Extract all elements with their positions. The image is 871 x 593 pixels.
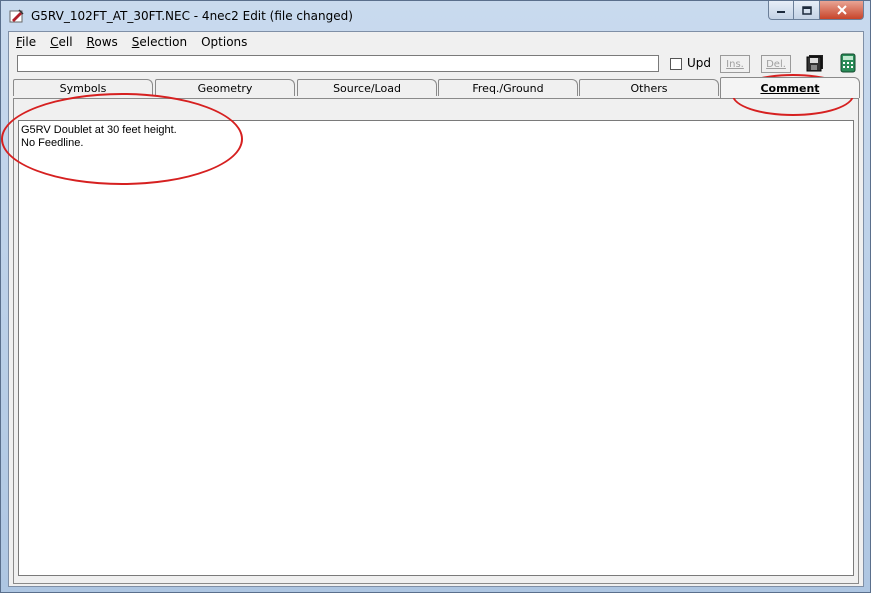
menu-options[interactable]: Options [194,35,254,49]
insert-button[interactable]: Ins. [720,55,750,73]
title-bar[interactable]: G5RV_102FT_AT_30FT.NEC - 4nec2 Edit (fil… [1,1,870,31]
toolbar: Upd Ins. Del. [9,52,863,78]
menu-rows[interactable]: Rows [80,35,125,49]
upd-checkbox[interactable] [670,58,682,70]
calculate-button[interactable] [837,52,859,74]
tab-strip: Symbols Geometry Source/Load Freq./Groun… [13,77,863,99]
save-disk-icon [806,55,823,72]
menu-bar: File Cell Rows Selection Options [9,32,863,52]
comment-line: G5RV Doublet at 30 feet height. [21,124,177,136]
app-window: G5RV_102FT_AT_30FT.NEC - 4nec2 Edit (fil… [0,0,871,593]
menu-selection[interactable]: Selection [125,35,194,49]
delete-button[interactable]: Del. [761,55,791,73]
comment-line: No Feedline. [21,137,84,149]
comment-panel: G5RV Doublet at 30 feet height. No Feedl… [13,98,859,584]
menu-file[interactable]: File [9,35,43,49]
tab-freq-ground[interactable]: Freq./Ground [438,79,578,96]
minimize-icon [777,11,785,13]
close-icon [836,5,847,15]
maximize-icon [801,5,812,15]
tab-source-load[interactable]: Source/Load [297,79,437,96]
window-title: G5RV_102FT_AT_30FT.NEC - 4nec2 Edit (fil… [31,9,353,23]
cell-edit-input[interactable] [17,55,659,72]
minimize-button[interactable] [768,1,794,20]
calculator-icon [840,53,856,73]
close-button[interactable] [820,1,864,20]
maximize-button[interactable] [794,1,820,20]
tab-symbols[interactable]: Symbols [13,79,153,96]
menu-cell[interactable]: Cell [43,35,79,49]
upd-label: Upd [687,56,712,70]
client-area: File Cell Rows Selection Options Upd Ins… [8,31,864,587]
tab-geometry[interactable]: Geometry [155,79,295,96]
tab-others[interactable]: Others [579,79,719,96]
save-button[interactable] [804,52,826,74]
tab-comment[interactable]: Comment [720,77,860,98]
caption-buttons [768,1,864,21]
app-icon[interactable] [9,8,25,24]
comment-textarea[interactable]: G5RV Doublet at 30 feet height. No Feedl… [18,120,854,576]
